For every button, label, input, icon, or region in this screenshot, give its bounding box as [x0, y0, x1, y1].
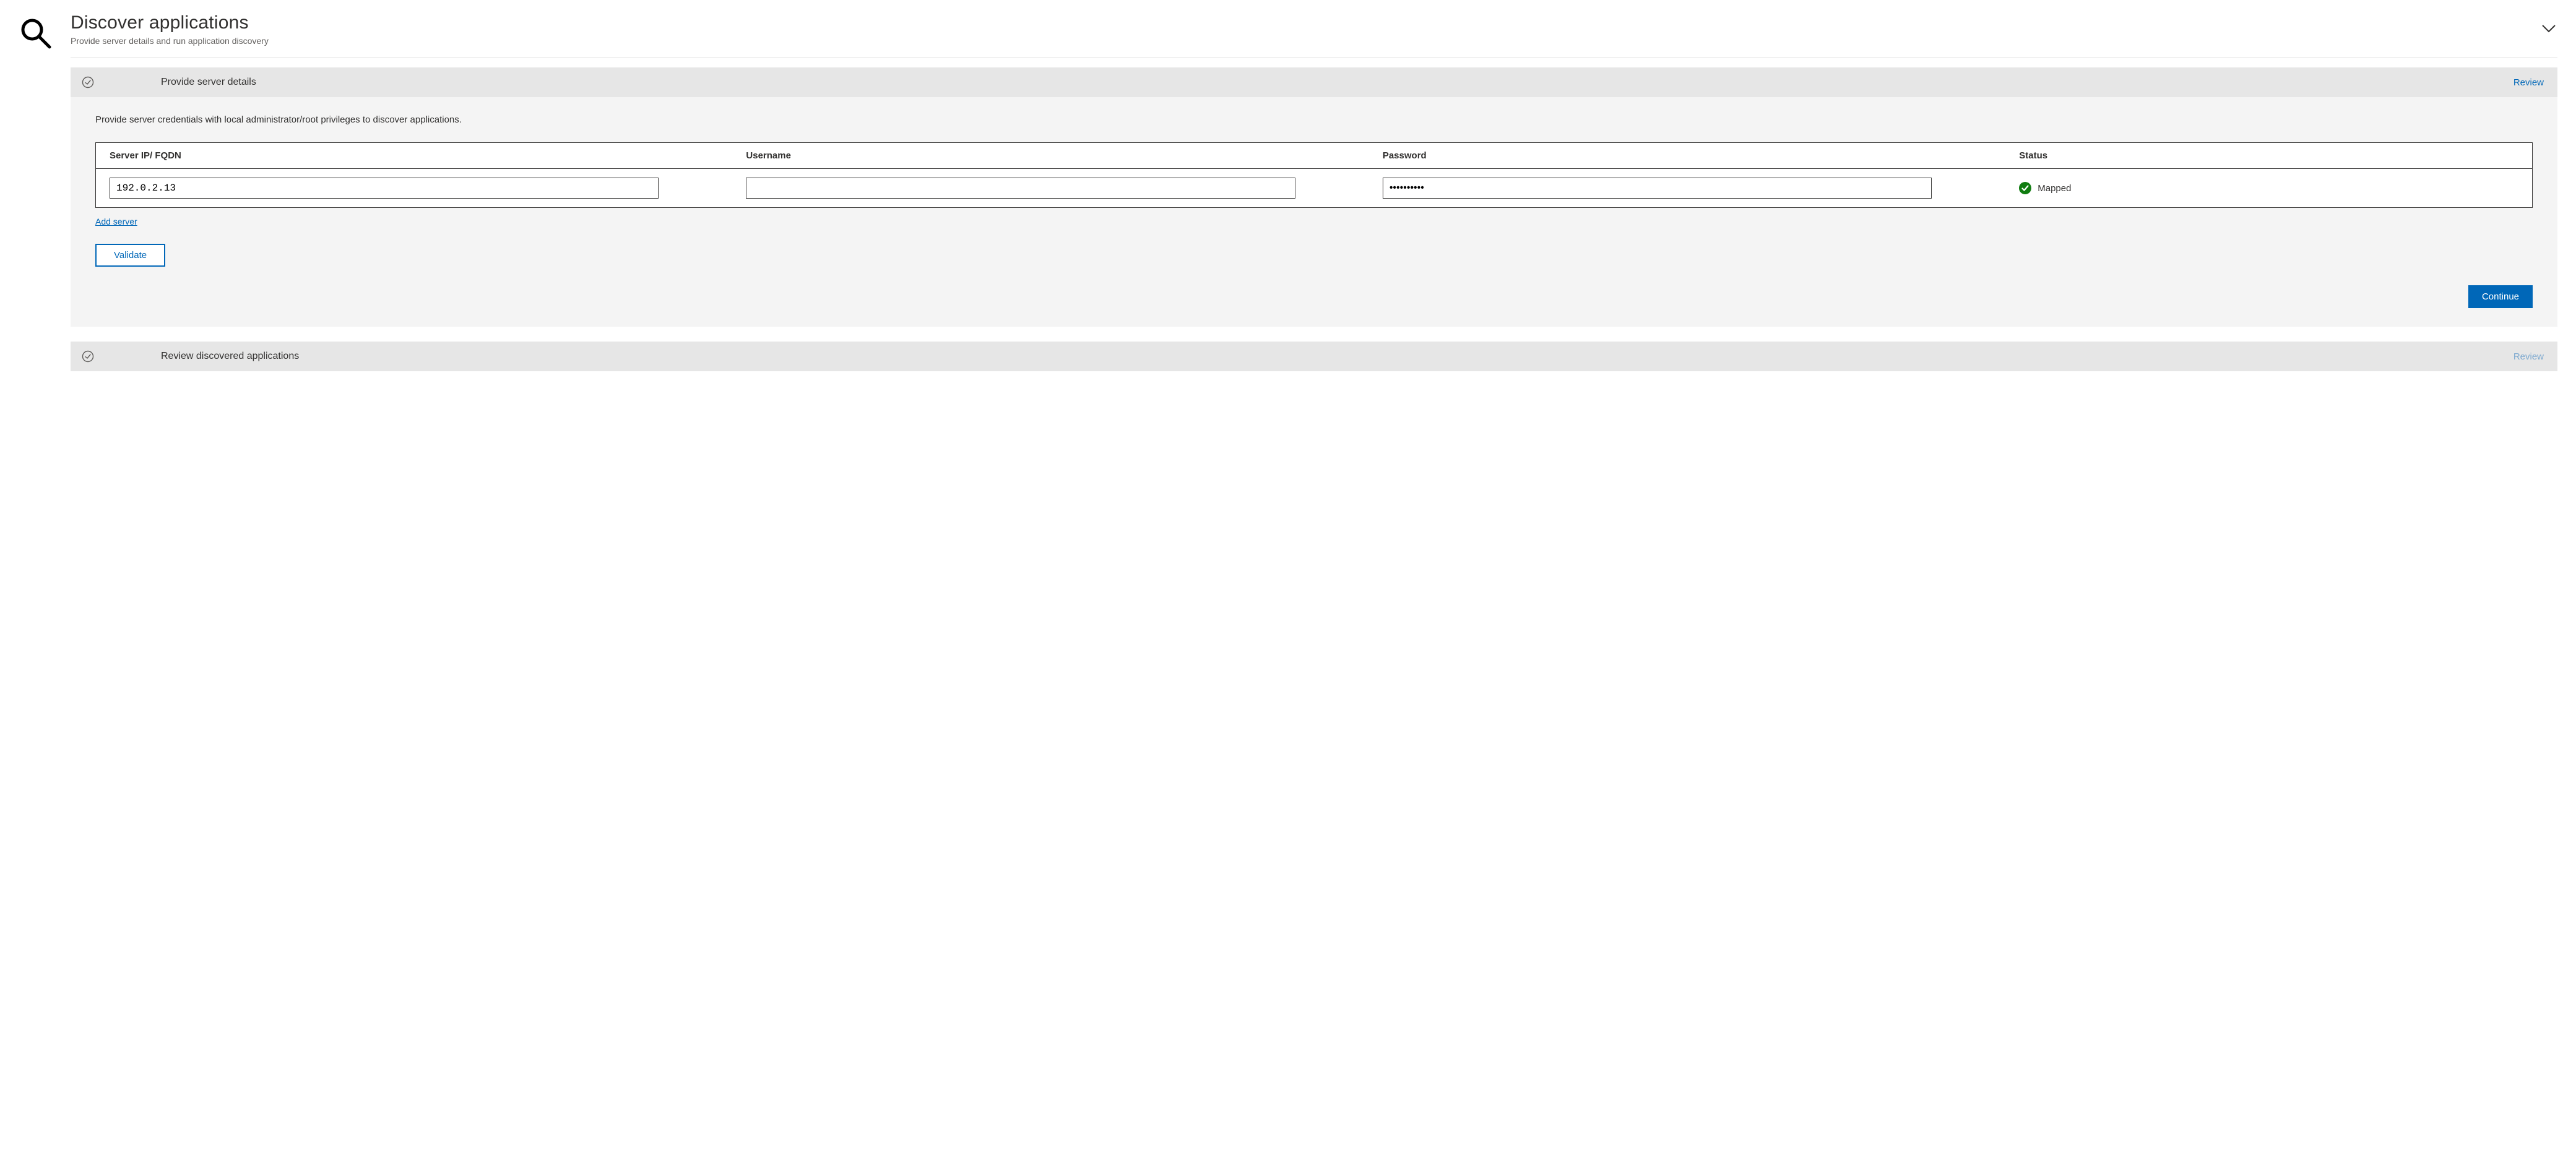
- step1-review-link[interactable]: Review: [2513, 77, 2544, 88]
- step1-instruction: Provide server credentials with local ad…: [95, 114, 2533, 125]
- chevron-down-icon[interactable]: [2540, 20, 2557, 37]
- server-table: Server IP/ FQDN Username Password Status: [95, 142, 2533, 208]
- step1-body: Provide server credentials with local ad…: [71, 97, 2557, 327]
- step-bar-provide-server-details: Provide server details Review: [71, 67, 2557, 97]
- col-header-status: Status: [2019, 150, 2518, 161]
- table-row: Mapped: [96, 169, 2532, 207]
- password-input[interactable]: [1383, 178, 1932, 199]
- search-icon: [19, 16, 52, 49]
- step2-title: Review discovered applications: [161, 351, 2496, 362]
- page-title: Discover applications: [71, 12, 2557, 33]
- header-divider: [71, 57, 2557, 58]
- status-check-icon: [2019, 182, 2031, 194]
- check-circle-icon: [82, 350, 94, 363]
- status-text: Mapped: [2038, 183, 2071, 194]
- col-header-server: Server IP/ FQDN: [110, 150, 733, 161]
- page-subtitle: Provide server details and run applicati…: [71, 36, 2557, 46]
- validate-button[interactable]: Validate: [95, 244, 165, 267]
- step2-review-link[interactable]: Review: [2513, 351, 2544, 362]
- step1-title: Provide server details: [161, 77, 2496, 88]
- check-circle-icon: [82, 76, 94, 88]
- col-header-password: Password: [1383, 150, 2007, 161]
- add-server-link[interactable]: Add server: [95, 217, 137, 226]
- step-bar-review-discovered: Review discovered applications Review: [71, 342, 2557, 371]
- username-input[interactable]: [746, 178, 1295, 199]
- server-ip-input[interactable]: [110, 178, 659, 199]
- col-header-username: Username: [746, 150, 1370, 161]
- continue-button[interactable]: Continue: [2468, 285, 2533, 308]
